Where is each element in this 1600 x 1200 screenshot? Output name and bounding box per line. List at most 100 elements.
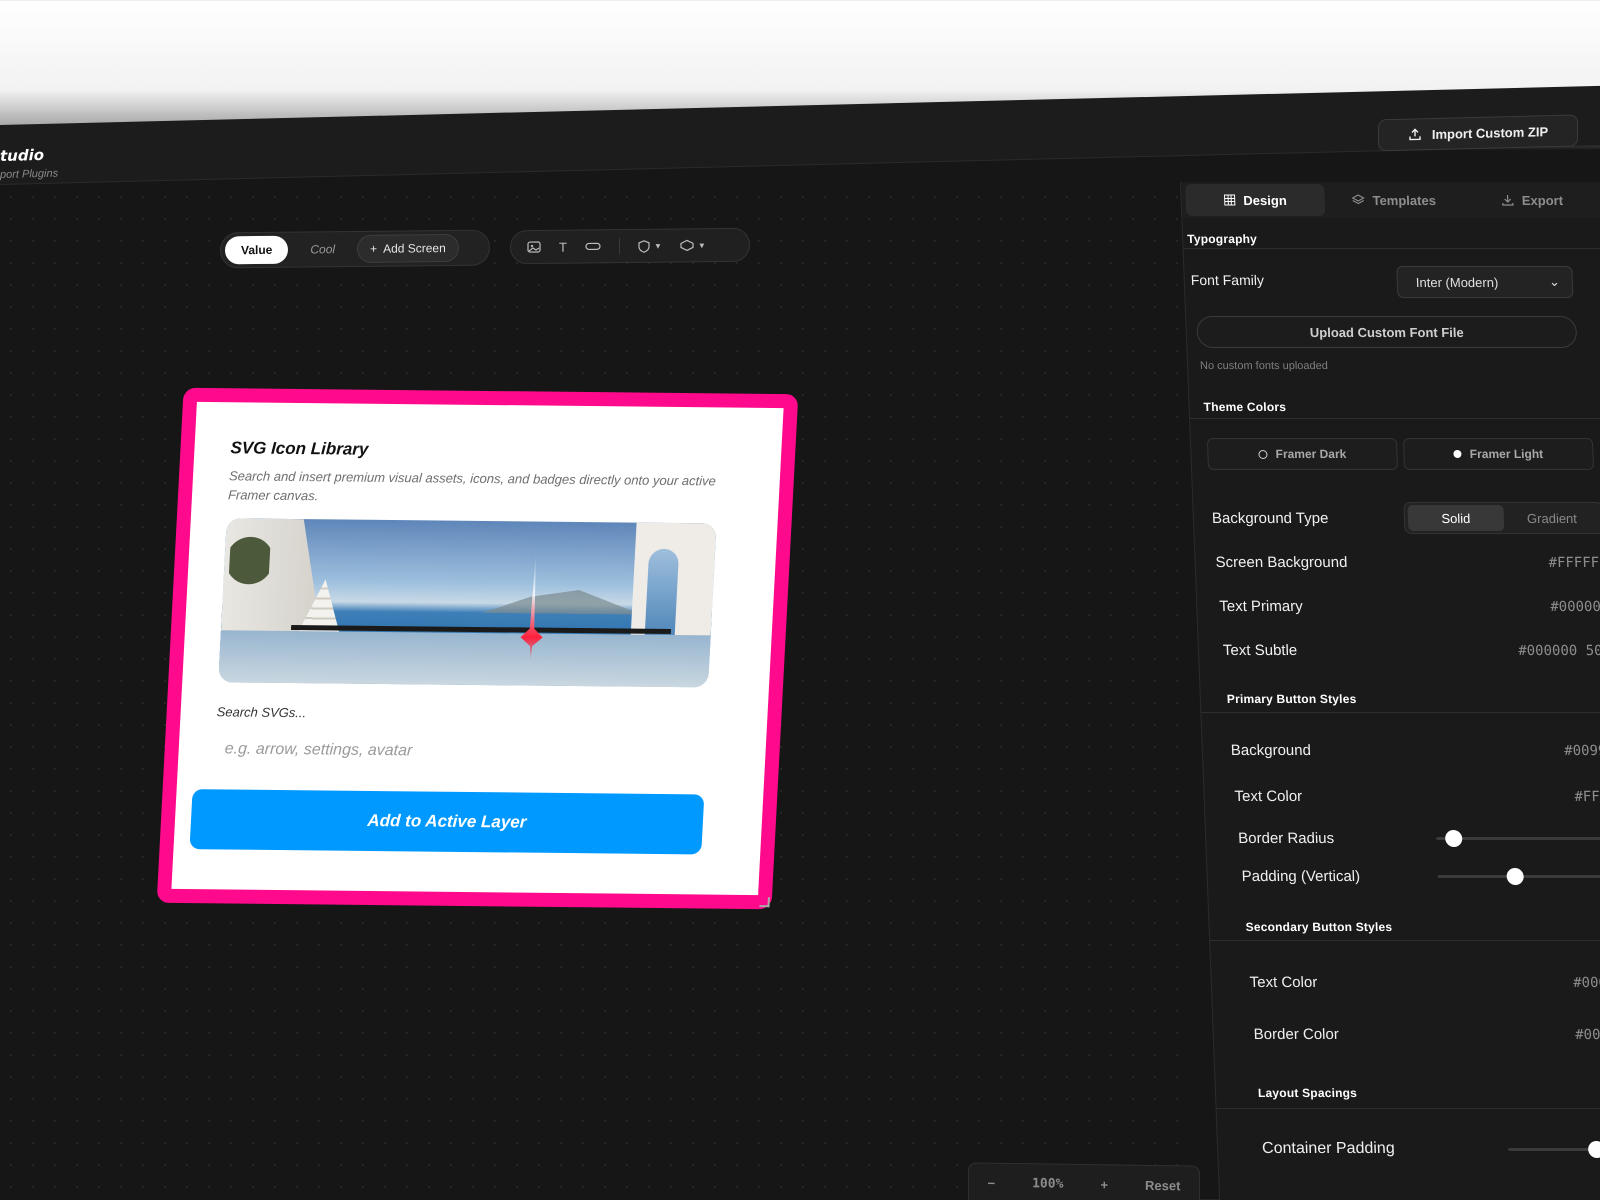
container-padding-slider[interactable] bbox=[1508, 1140, 1600, 1158]
link-icon[interactable] bbox=[585, 241, 601, 251]
svg-search-input[interactable] bbox=[213, 729, 706, 775]
primary-background-value[interactable]: #0099F bbox=[1564, 743, 1600, 759]
primary-text-color-value[interactable]: #FFFF bbox=[1574, 789, 1600, 805]
secondary-text-color-value[interactable]: #00000 bbox=[1573, 975, 1600, 991]
app-window: tudio port Plugins Import Custom ZIP Val… bbox=[0, 0, 1600, 1200]
upload-icon bbox=[1409, 128, 1421, 141]
preview-hero-image bbox=[218, 518, 717, 688]
container-padding-slider-knob[interactable] bbox=[1587, 1140, 1600, 1158]
zoom-in-button[interactable]: + bbox=[1100, 1177, 1108, 1192]
chevron-down-icon: ⌄ bbox=[1548, 274, 1561, 289]
padding-vertical-label: Padding (Vertical) bbox=[1241, 868, 1361, 885]
tab-design[interactable]: Design bbox=[1185, 184, 1325, 216]
divider bbox=[1183, 248, 1600, 249]
primary-background-label: Background bbox=[1230, 742, 1312, 759]
zoom-level: 100% bbox=[1032, 1175, 1064, 1192]
primary-padding-row: Padding (Vertical) bbox=[1207, 868, 1600, 885]
secondary-border-color-row[interactable]: Border Color #00000 bbox=[1213, 1026, 1600, 1043]
add-screen-button[interactable]: + Add Screen bbox=[357, 233, 459, 263]
tab-export[interactable]: Export bbox=[1462, 184, 1600, 216]
chevron-down-icon: ▼ bbox=[653, 241, 662, 251]
container-padding-row: Container Padding bbox=[1218, 1140, 1600, 1158]
screen-background-row[interactable]: Screen Background #FFFFFF bbox=[1195, 554, 1600, 571]
preview-title: SVG Icon Library bbox=[230, 438, 369, 459]
theme-framer-dark-button[interactable]: Framer Dark bbox=[1206, 438, 1399, 470]
upload-custom-font-button[interactable]: Upload Custom Font File bbox=[1196, 316, 1578, 348]
theme-colors-title: Theme Colors bbox=[1203, 400, 1287, 414]
download-icon bbox=[1502, 195, 1514, 206]
font-family-value: Inter (Modern) bbox=[1415, 274, 1499, 290]
primary-text-color-label: Text Color bbox=[1234, 788, 1303, 805]
panel-tabs: Design Templates Export bbox=[1181, 182, 1600, 218]
border-radius-slider[interactable] bbox=[1436, 830, 1600, 847]
radio-empty-icon bbox=[1258, 449, 1268, 459]
font-family-select[interactable]: Inter (Modern) ⌄ bbox=[1396, 266, 1574, 298]
text-primary-value[interactable]: #000000 bbox=[1550, 599, 1600, 615]
radio-filled-icon bbox=[1453, 450, 1462, 458]
import-custom-zip-button[interactable]: Import Custom ZIP bbox=[1378, 114, 1578, 152]
image-icon[interactable] bbox=[527, 241, 541, 253]
text-subtle-value[interactable]: #000000 50% bbox=[1518, 643, 1600, 659]
layout-section-header: Layout Spacings bbox=[1216, 1086, 1600, 1100]
theme-section-header: Theme Colors bbox=[1189, 400, 1600, 414]
theme-light-label: Framer Light bbox=[1469, 447, 1544, 461]
image-pool bbox=[218, 630, 711, 688]
text-icon[interactable]: T bbox=[559, 239, 567, 254]
zoom-out-button[interactable]: − bbox=[988, 1175, 996, 1190]
image-hill bbox=[482, 589, 643, 615]
text-primary-label: Text Primary bbox=[1218, 598, 1303, 615]
divider bbox=[1216, 1108, 1600, 1109]
secondary-button-title: Secondary Button Styles bbox=[1245, 920, 1393, 934]
screen-background-value[interactable]: #FFFFFF bbox=[1548, 555, 1600, 571]
tab-design-label: Design bbox=[1243, 192, 1287, 208]
toolbar-divider bbox=[618, 238, 620, 255]
secondary-button-section-header: Secondary Button Styles bbox=[1209, 920, 1600, 934]
shape-icon[interactable]: ▼ bbox=[680, 239, 706, 252]
tab-templates-label: Templates bbox=[1372, 192, 1437, 208]
primary-background-row[interactable]: Background #0099F bbox=[1203, 742, 1600, 759]
brand-subtitle: port Plugins bbox=[0, 167, 59, 181]
upload-hint-row: No custom fonts uploaded bbox=[1188, 360, 1600, 372]
font-family-row: Font Family Inter (Modern) ⌄ bbox=[1184, 266, 1600, 298]
grid-icon bbox=[1223, 194, 1236, 206]
padding-vertical-slider-knob[interactable] bbox=[1505, 868, 1524, 885]
resize-handle[interactable] bbox=[759, 897, 770, 908]
theme-dark-label: Framer Dark bbox=[1275, 447, 1347, 461]
primary-button-title: Primary Button Styles bbox=[1226, 692, 1357, 706]
padding-vertical-slider[interactable] bbox=[1437, 868, 1600, 885]
container-padding-label: Container Padding bbox=[1261, 1140, 1396, 1157]
text-subtle-label: Text Subtle bbox=[1222, 642, 1298, 659]
secondary-border-color-value[interactable]: #00000 bbox=[1575, 1027, 1600, 1043]
background-type-row: Background Type Solid Gradient bbox=[1194, 502, 1600, 534]
typography-section-header: Typography bbox=[1183, 232, 1600, 246]
typography-title: Typography bbox=[1186, 232, 1258, 246]
text-subtle-row[interactable]: Text Subtle #000000 50% bbox=[1199, 642, 1600, 659]
secondary-text-color-row[interactable]: Text Color #00000 bbox=[1211, 974, 1600, 991]
screen-tab-cool[interactable]: Cool bbox=[294, 235, 351, 264]
primary-text-color-row[interactable]: Text Color #FFFF bbox=[1204, 788, 1600, 805]
tab-export-label: Export bbox=[1521, 192, 1564, 208]
primary-border-radius-row: Border Radius bbox=[1206, 830, 1600, 847]
zoom-controls: − 100% + Reset bbox=[968, 1162, 1200, 1200]
chevron-down-icon: ▼ bbox=[697, 240, 706, 250]
theme-framer-light-button[interactable]: Framer Light bbox=[1402, 438, 1595, 470]
shield-icon[interactable]: ▼ bbox=[638, 239, 662, 253]
preview-screen-frame[interactable]: SVG Icon Library Search and insert premi… bbox=[156, 387, 799, 910]
text-primary-row[interactable]: Text Primary #000000 bbox=[1197, 598, 1600, 615]
image-tree bbox=[227, 528, 272, 609]
tab-templates[interactable]: Templates bbox=[1324, 184, 1464, 216]
secondary-text-color-label: Text Color bbox=[1249, 974, 1318, 991]
plus-icon: + bbox=[370, 241, 378, 256]
add-to-active-layer-button[interactable]: Add to Active Layer bbox=[189, 789, 705, 855]
border-radius-slider-knob[interactable] bbox=[1444, 830, 1463, 847]
bg-type-gradient[interactable]: Gradient bbox=[1503, 505, 1600, 531]
secondary-border-color-label: Border Color bbox=[1253, 1026, 1340, 1043]
screen-tab-value[interactable]: Value bbox=[225, 235, 289, 265]
divider bbox=[1210, 940, 1600, 941]
screen-background-label: Screen Background bbox=[1215, 554, 1348, 571]
zoom-reset-button[interactable]: Reset bbox=[1145, 1177, 1180, 1192]
bg-type-solid[interactable]: Solid bbox=[1407, 505, 1505, 531]
design-canvas[interactable]: Value Cool + Add Screen T ▼ ▼ SVG Icon L… bbox=[0, 186, 1200, 1200]
background-type-toggle: Solid Gradient bbox=[1403, 502, 1600, 534]
background-type-label: Background Type bbox=[1211, 510, 1329, 527]
